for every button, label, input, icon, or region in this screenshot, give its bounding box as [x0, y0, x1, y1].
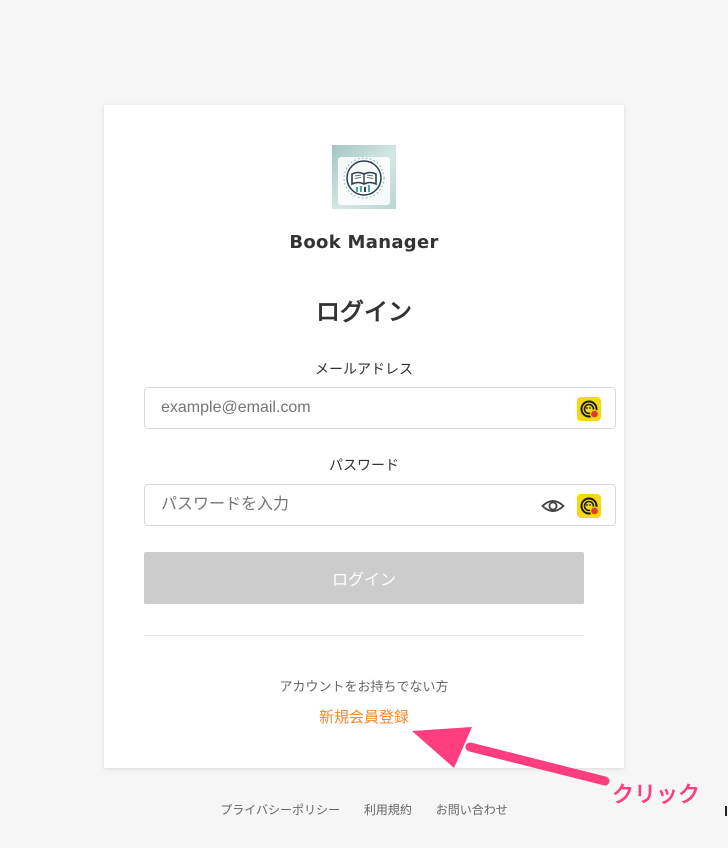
- password-label: パスワード: [329, 458, 399, 474]
- annotation-label: クリック: [612, 783, 701, 808]
- eye-icon[interactable]: [541, 495, 565, 517]
- password-manager-extension-icon[interactable]: [577, 397, 601, 421]
- footer-link-privacy[interactable]: プライバシーポリシー: [220, 803, 340, 817]
- email-label: メールアドレス: [315, 362, 413, 378]
- app-name: Book Manager: [289, 232, 439, 253]
- no-account-text: アカウントをお持ちでない方: [279, 680, 449, 695]
- email-field-container: [144, 387, 616, 429]
- footer-link-contact[interactable]: お問い合わせ: [436, 803, 508, 817]
- login-card: Book Manager ログイン メールアドレス パスワード ログイン: [104, 105, 624, 768]
- window-edge-marker: [725, 806, 727, 816]
- password-field[interactable]: [146, 486, 541, 524]
- page-title: ログイン: [316, 298, 412, 326]
- password-manager-extension-icon[interactable]: [577, 494, 601, 518]
- footer-link-terms[interactable]: 利用規約: [364, 803, 412, 817]
- login-button[interactable]: ログイン: [144, 552, 584, 604]
- password-field-container: [144, 484, 616, 526]
- book-logo-icon: [332, 145, 396, 209]
- divider: [144, 635, 584, 636]
- email-field[interactable]: [146, 389, 541, 427]
- annotation-arrow-icon: [412, 727, 610, 786]
